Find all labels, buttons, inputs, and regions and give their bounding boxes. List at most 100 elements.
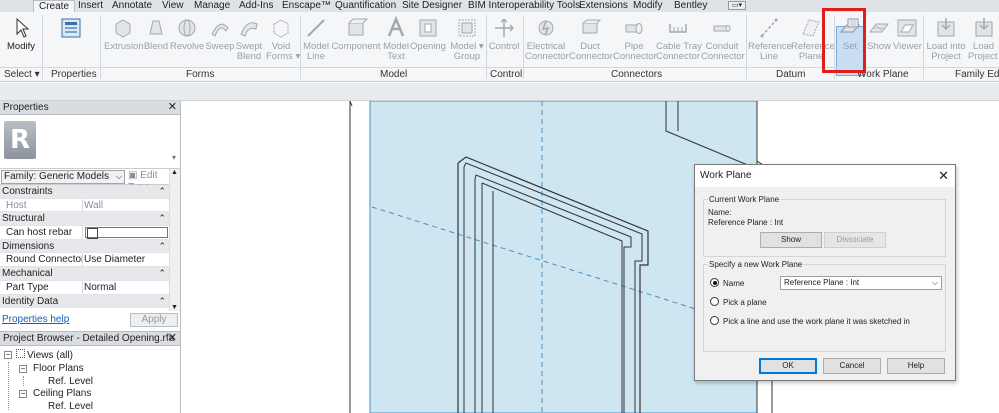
category-label: Dimensions xyxy=(2,240,55,252)
reference-line-button[interactable]: Reference Line xyxy=(748,12,792,67)
properties-help-link[interactable]: Properties help xyxy=(2,314,69,325)
collapse-toggle-icon[interactable]: − xyxy=(19,365,27,373)
collapse-icon[interactable]: ⌃ xyxy=(158,295,166,308)
show-work-plane-button[interactable]: Show xyxy=(865,12,893,67)
swept-blend-button[interactable]: Swept Blend xyxy=(235,12,263,67)
category-dimensions[interactable]: Dimensions ⌃ xyxy=(0,239,180,254)
model-line-button[interactable]: Model Line xyxy=(302,12,330,67)
category-mechanical[interactable]: Mechanical ⌃ xyxy=(0,267,180,281)
dissociate-button[interactable]: Dissociate xyxy=(824,232,886,248)
work-plane-name-select[interactable]: Reference Plane : Int ⌵ xyxy=(780,276,942,290)
family-type-dropdown[interactable]: Family: Generic Models ⌵ xyxy=(1,170,125,184)
model-group-button[interactable]: Model ▾ Group xyxy=(450,12,484,67)
close-icon[interactable]: ✕ xyxy=(168,101,177,114)
cancel-button[interactable]: Cancel xyxy=(823,358,881,374)
collapse-toggle-icon[interactable]: − xyxy=(19,390,27,398)
param-key: Host xyxy=(6,199,27,211)
scroll-down-icon[interactable]: ▼ xyxy=(171,304,178,311)
collapse-toggle-icon[interactable]: − xyxy=(4,351,12,359)
pipe-connector-button[interactable]: Pipe Connector xyxy=(613,12,657,67)
collapse-icon[interactable]: ⌃ xyxy=(158,185,166,198)
set-button-highlight-box xyxy=(822,8,866,73)
tab-bentley[interactable]: Bentley xyxy=(669,0,712,12)
load-into-project-close-icon xyxy=(972,16,996,40)
param-row-part-type[interactable]: Part Type Normal xyxy=(0,280,180,295)
tab-enscape[interactable]: Enscape™ xyxy=(277,0,336,12)
modify-button[interactable]: Modify xyxy=(3,12,39,67)
category-structural[interactable]: Structural ⌃ xyxy=(0,212,180,227)
close-icon[interactable]: ✕ xyxy=(938,165,949,187)
model-text-button[interactable]: Model Text xyxy=(382,12,410,67)
reference-line-icon xyxy=(757,16,781,40)
tab-create[interactable]: Create xyxy=(33,0,76,12)
tab-manage[interactable]: Manage xyxy=(189,0,235,12)
close-icon[interactable]: ✕ xyxy=(168,332,177,345)
tab-site-designer[interactable]: Site Designer xyxy=(397,0,467,12)
model-group-icon xyxy=(455,16,479,40)
category-constraints[interactable]: Constraints ⌃ xyxy=(0,185,180,199)
name-radio[interactable] xyxy=(710,278,719,287)
blend-button[interactable]: Blend xyxy=(143,12,169,67)
panel-datum: Datum xyxy=(776,69,806,80)
family-row: Family: Generic Models ⌵ ▣ Edit Type xyxy=(0,169,180,193)
control-button[interactable]: Control xyxy=(488,12,520,67)
tree-item-views-all[interactable]: Views (all) xyxy=(16,349,73,362)
panel-select[interactable]: Select ▾ xyxy=(4,69,40,80)
viewer-button[interactable]: Viewer xyxy=(893,12,922,67)
ok-button[interactable]: OK xyxy=(759,358,817,374)
views-icon xyxy=(16,349,25,358)
type-selector-preview[interactable]: R ▾ xyxy=(0,115,180,169)
collapse-icon[interactable]: ⌃ xyxy=(158,240,166,253)
name-option-label[interactable]: Name xyxy=(723,279,744,288)
tree-item-ref-level-floor[interactable]: Ref. Level xyxy=(48,376,93,388)
can-host-rebar-checkbox[interactable] xyxy=(85,227,168,240)
pick-line-label[interactable]: Pick a line and use the work plane it wa… xyxy=(723,317,910,326)
opening-button[interactable]: Opening xyxy=(410,12,446,67)
duct-connector-button[interactable]: Duct Connector xyxy=(569,12,613,67)
pick-line-radio[interactable] xyxy=(710,316,719,325)
pipe-connector-icon xyxy=(622,16,646,40)
properties-footer: Properties help Apply xyxy=(0,311,180,331)
conduit-connector-button[interactable]: Conduit Connector xyxy=(701,12,745,67)
collapse-icon[interactable]: ⌃ xyxy=(158,212,166,225)
panel-properties: Properties xyxy=(51,69,97,80)
pick-plane-radio[interactable] xyxy=(710,297,719,306)
help-button[interactable]: Help xyxy=(887,358,945,374)
tab-view[interactable]: View xyxy=(157,0,189,12)
tree-item-ceiling-plans[interactable]: Ceiling Plans xyxy=(33,388,91,400)
tree-item-floor-plans[interactable]: Floor Plans xyxy=(33,363,84,375)
sweep-button[interactable]: Sweep xyxy=(205,12,235,67)
tab-bim-interoperability[interactable]: BIM Interoperability Tools xyxy=(463,0,585,12)
tree-item-ref-level-ceiling[interactable]: Ref. Level xyxy=(48,401,93,413)
model-line-icon xyxy=(304,16,328,40)
component-button[interactable]: Component xyxy=(331,12,381,67)
reference-plane-label-2: Plane xyxy=(798,51,824,62)
param-row-round-connector[interactable]: Round Connector ... Use Diameter xyxy=(0,253,180,268)
param-value[interactable]: Use Diameter xyxy=(84,253,145,266)
tab-insert[interactable]: Insert xyxy=(73,0,108,12)
category-identity-data[interactable]: Identity Data ⌃ xyxy=(0,294,180,309)
tab-quantification[interactable]: Quantification xyxy=(330,0,401,12)
family-types-button[interactable] xyxy=(46,12,96,67)
load-into-project-and-close-button[interactable]: Load Project a xyxy=(968,12,999,67)
tab-add-ins[interactable]: Add-Ins xyxy=(234,0,278,12)
scroll-up-icon[interactable]: ▲ xyxy=(171,169,178,176)
extrusion-button[interactable]: Extrusion xyxy=(104,12,144,67)
tab-modify[interactable]: Modify xyxy=(628,0,667,12)
tab-extensions[interactable]: Extensions xyxy=(574,0,633,12)
param-value[interactable]: Normal xyxy=(84,281,116,294)
revolve-button[interactable]: Revolve xyxy=(170,12,204,67)
void-forms-button[interactable]: Void Forms ▾ xyxy=(266,12,300,67)
cable-tray-connector-button[interactable]: Cable Tray Connector xyxy=(656,12,702,67)
ribbon-minimize-icon[interactable]: ▭▾ xyxy=(728,1,746,10)
tab-annotate[interactable]: Annotate xyxy=(107,0,157,12)
electrical-connector-button[interactable]: Electrical Connector xyxy=(525,12,569,67)
apply-button[interactable]: Apply xyxy=(130,313,178,327)
load-into-project-button[interactable]: Load into Project xyxy=(925,12,967,67)
pick-plane-label[interactable]: Pick a plane xyxy=(723,298,767,307)
type-selector-dropdown-icon[interactable]: ▾ xyxy=(172,153,176,162)
show-button[interactable]: Show xyxy=(760,232,822,248)
properties-scrollbar[interactable]: ▲ ▼ xyxy=(169,169,180,311)
family-type-value: Family: Generic Models xyxy=(4,171,110,182)
collapse-icon[interactable]: ⌃ xyxy=(158,267,166,280)
